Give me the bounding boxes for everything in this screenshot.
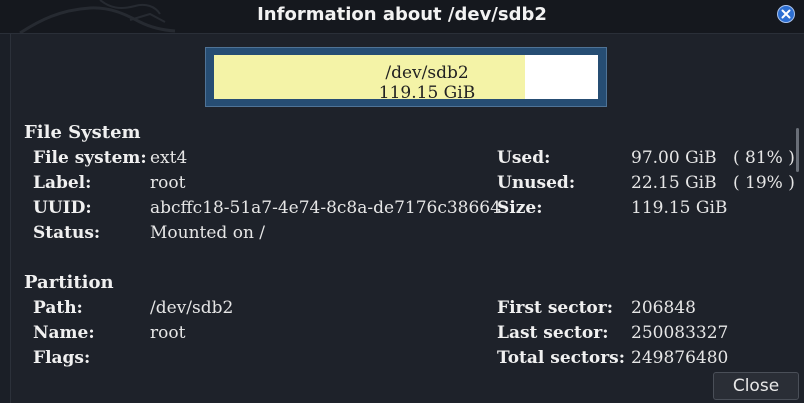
status-value: Mounted on / — [150, 223, 266, 243]
uuid-value: abcffc18-51a7-4e74-8c8a-de7176c38664 — [150, 198, 501, 218]
size-value: 119.15 GiB — [631, 198, 728, 218]
close-button[interactable]: Close — [713, 372, 799, 400]
last-sector-value: 250083327 — [631, 323, 729, 343]
first-sector-label: First sector: — [497, 298, 613, 318]
filesystem-label-value: root — [150, 173, 186, 193]
window-close-button[interactable] — [777, 5, 795, 23]
used-label: Used: — [497, 148, 551, 168]
scrollbar[interactable] — [796, 128, 799, 172]
usage-bar-size: 119.15 GiB — [378, 83, 476, 103]
filesystem-label-label: Label: — [33, 173, 92, 193]
path-label: Path: — [33, 298, 83, 318]
path-value: /dev/sdb2 — [150, 298, 234, 318]
window-title: Information about /dev/sdb2 — [257, 4, 547, 25]
size-label: Size: — [497, 198, 543, 218]
filesystem-heading: File System — [24, 122, 141, 143]
total-sectors-label: Total sectors: — [497, 348, 626, 368]
status-label: Status: — [33, 223, 101, 243]
name-value: root — [150, 323, 186, 343]
uuid-label: UUID: — [33, 198, 92, 218]
close-icon — [781, 9, 791, 19]
filesystem-type-value: ext4 — [150, 148, 188, 168]
unused-value: 22.15 GiB — [631, 173, 717, 193]
used-percent: ( 81% ) — [733, 148, 795, 168]
unused-label: Unused: — [497, 173, 576, 193]
title-bar: Information about /dev/sdb2 — [0, 0, 804, 34]
unused-percent: ( 19% ) — [733, 173, 795, 193]
last-sector-label: Last sector: — [497, 323, 609, 343]
used-value: 97.00 GiB — [631, 148, 717, 168]
filesystem-type-label: File system: — [33, 148, 147, 168]
usage-bar-label: /dev/sdb2 119.15 GiB — [214, 61, 640, 106]
total-sectors-value: 249876480 — [631, 348, 729, 368]
first-sector-value: 206848 — [631, 298, 696, 318]
name-label: Name: — [33, 323, 95, 343]
partition-heading: Partition — [24, 272, 114, 293]
flags-label: Flags: — [33, 348, 91, 368]
